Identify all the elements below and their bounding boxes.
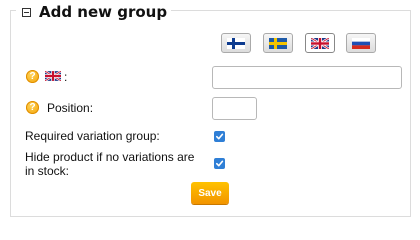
checkmark-icon: [215, 133, 224, 140]
position-input[interactable]: [212, 97, 257, 120]
russia-flag-icon: [352, 37, 370, 49]
checkmark-icon: [215, 160, 224, 167]
save-button[interactable]: Save: [191, 182, 229, 204]
language-button-finnish[interactable]: [221, 33, 251, 53]
group-name-input[interactable]: [212, 66, 402, 89]
hide-product-checkbox[interactable]: [214, 158, 225, 169]
uk-flag-icon: [311, 37, 329, 49]
required-variation-label: Required variation group:: [25, 129, 160, 143]
required-variation-checkbox[interactable]: [214, 131, 225, 142]
language-button-russian[interactable]: [346, 33, 376, 53]
help-icon[interactable]: ?: [26, 101, 39, 114]
language-button-swedish[interactable]: [263, 33, 293, 53]
finland-flag-icon: [227, 37, 245, 49]
name-field-label: :: [64, 70, 68, 84]
hide-product-label-line2: in stock:: [25, 164, 70, 178]
panel-legend: Add new group: [16, 2, 172, 22]
hide-product-label-line1: Hide product if no variations are: [25, 150, 195, 164]
position-label: Position:: [47, 101, 94, 115]
language-button-english[interactable]: [305, 33, 335, 53]
collapse-toggle-button[interactable]: [22, 7, 31, 17]
sweden-flag-icon: [269, 37, 287, 49]
help-icon[interactable]: ?: [26, 70, 39, 83]
panel-title: Add new group: [39, 3, 168, 21]
uk-flag-icon: [45, 71, 61, 81]
